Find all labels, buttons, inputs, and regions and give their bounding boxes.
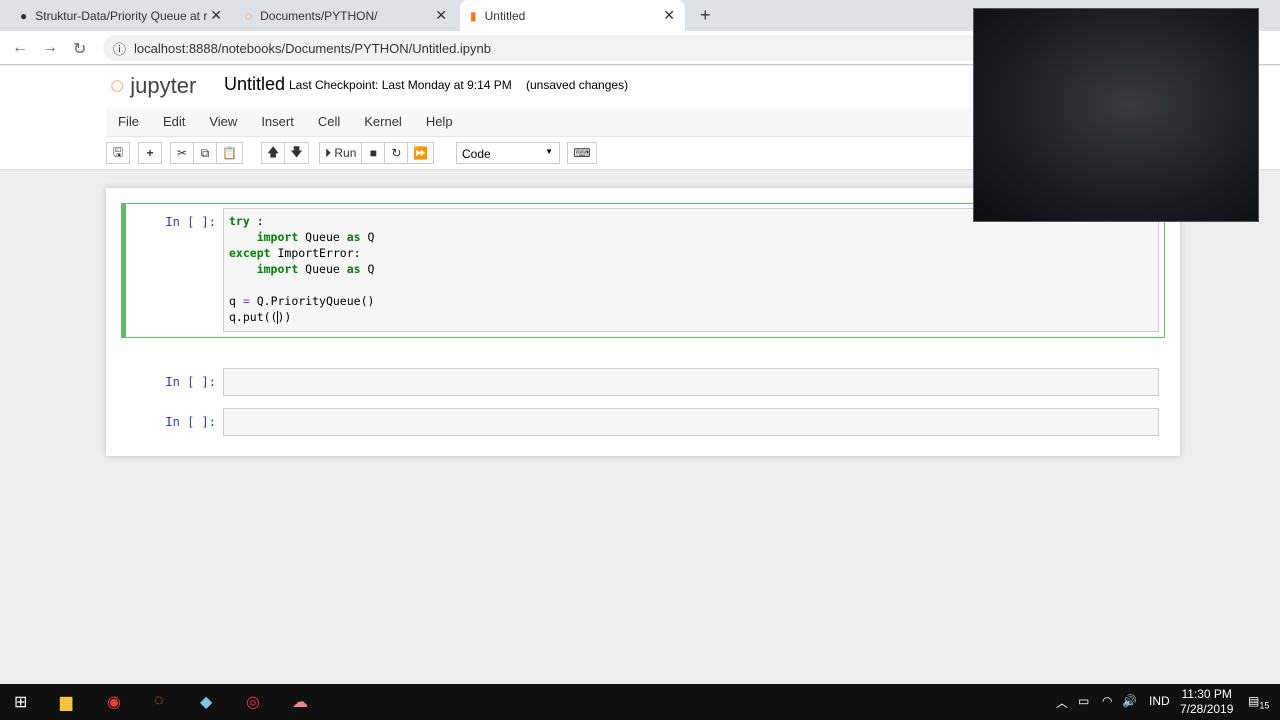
url-input[interactable]: ⓘ localhost:8888/notebooks/Documents/PYTH… — [103, 35, 1003, 61]
back-icon[interactable]: ← — [12, 39, 28, 57]
code-line: q.put(()) — [229, 309, 1153, 325]
clock[interactable]: 11:30 PM 7/28/2019 — [1180, 687, 1233, 717]
interrupt-button[interactable]: ■ — [361, 142, 386, 164]
record-icon[interactable]: ◎ — [246, 692, 260, 712]
file-explorer-icon[interactable]: ▆ — [60, 692, 72, 712]
move-down-button[interactable]: 🡇 — [284, 142, 309, 164]
menu-view[interactable]: View — [197, 114, 249, 129]
jupyter-icon: ◌ — [245, 8, 253, 23]
notebook-icon: ▮ — [470, 8, 477, 23]
github-icon: ● — [20, 8, 28, 23]
cell-type-select[interactable]: Code ▼ — [456, 142, 560, 164]
save-button[interactable]: 🖫 — [106, 142, 130, 164]
menu-insert[interactable]: Insert — [249, 114, 306, 129]
menu-edit[interactable]: Edit — [151, 114, 197, 129]
new-tab-button[interactable]: + — [690, 0, 721, 31]
move-up-button[interactable]: 🡅 — [261, 142, 286, 164]
jupyter-app-icon[interactable]: ◌ — [154, 692, 164, 710]
info-icon: ⓘ — [113, 41, 127, 57]
language-indicator[interactable]: IND — [1149, 694, 1170, 708]
battery-icon[interactable]: ▭ — [1078, 694, 1089, 708]
forward-icon[interactable]: → — [42, 39, 58, 57]
notifications-icon[interactable]: ▤15 — [1248, 694, 1269, 710]
copy-button[interactable]: ⧉ — [193, 142, 217, 164]
code-editor-empty[interactable] — [223, 408, 1159, 436]
restart-button[interactable]: ↻ — [384, 142, 409, 164]
chrome-icon[interactable]: ◉ — [107, 692, 121, 712]
windows-start-icon[interactable]: ⊞ — [14, 692, 27, 712]
code-editor[interactable]: try : import Queue as Q except ImportErr… — [223, 208, 1159, 332]
close-icon[interactable]: ✕ — [663, 7, 675, 24]
jupyter-logo[interactable]: ◌ jupyter — [110, 72, 196, 100]
checkpoint-status: Last Checkpoint: Last Monday at 9:14 PM — [289, 78, 512, 92]
app-icon[interactable]: ◆ — [200, 692, 212, 712]
menu-cell[interactable]: Cell — [306, 114, 352, 129]
paste-button[interactable]: 📋 — [216, 142, 243, 164]
run-button[interactable]: ⏵ Run — [319, 142, 363, 164]
restart-run-all-button[interactable]: ⏩ — [407, 142, 435, 164]
volume-icon[interactable]: 🔊 — [1122, 694, 1137, 708]
code-line-text: q.put(()) — [229, 310, 292, 324]
menu-kernel[interactable]: Kernel — [352, 114, 414, 129]
text-cursor — [277, 311, 278, 324]
chevron-up-icon[interactable]: ︿ — [1056, 694, 1068, 711]
tab-documents[interactable]: ◌ Documents/PYTHON/✕ — [235, 0, 457, 31]
code-editor-empty[interactable] — [223, 368, 1159, 396]
close-icon[interactable]: ✕ — [435, 7, 447, 24]
insert-cell-button[interactable]: + — [138, 142, 162, 164]
wifi-icon[interactable]: ◠ — [1102, 694, 1112, 708]
tab-untitled[interactable]: ▮ Untitled ✕ — [460, 0, 685, 31]
cell-prompt: In [ ]: — [165, 415, 216, 429]
tab-github[interactable]: ● Struktur-Data/Priority Queue at r ✕ — [10, 0, 232, 31]
step-icon: ⏵ — [325, 145, 332, 160]
cell-prompt: In [ ]: — [165, 375, 216, 389]
cell-prompt: In [ ]: — [165, 215, 216, 229]
notebook-title[interactable]: Untitled — [224, 74, 285, 95]
reload-icon[interactable]: ↻ — [73, 39, 86, 59]
cut-button[interactable]: ✂ — [170, 142, 194, 164]
autosave-status: (unsaved changes) — [526, 78, 629, 92]
notebook-container: In [ ]: try : import Queue as Q except I… — [106, 188, 1180, 456]
app-icon-2[interactable]: ☁ — [292, 692, 308, 712]
close-icon[interactable]: ✕ — [210, 7, 222, 24]
keyboard-shortcuts-button[interactable]: ⌨ — [567, 142, 597, 164]
chevron-down-icon: ▼ — [545, 147, 553, 156]
taskbar: ⊞ ▆ ◉ ◌ ◆ ◎ ☁ ︿ ▭ ◠ 🔊 IND 11:30 PM 7/28/2… — [0, 684, 1280, 720]
menu-help[interactable]: Help — [414, 114, 465, 129]
menu-file[interactable]: File — [106, 114, 151, 129]
webcam-overlay — [973, 8, 1259, 222]
